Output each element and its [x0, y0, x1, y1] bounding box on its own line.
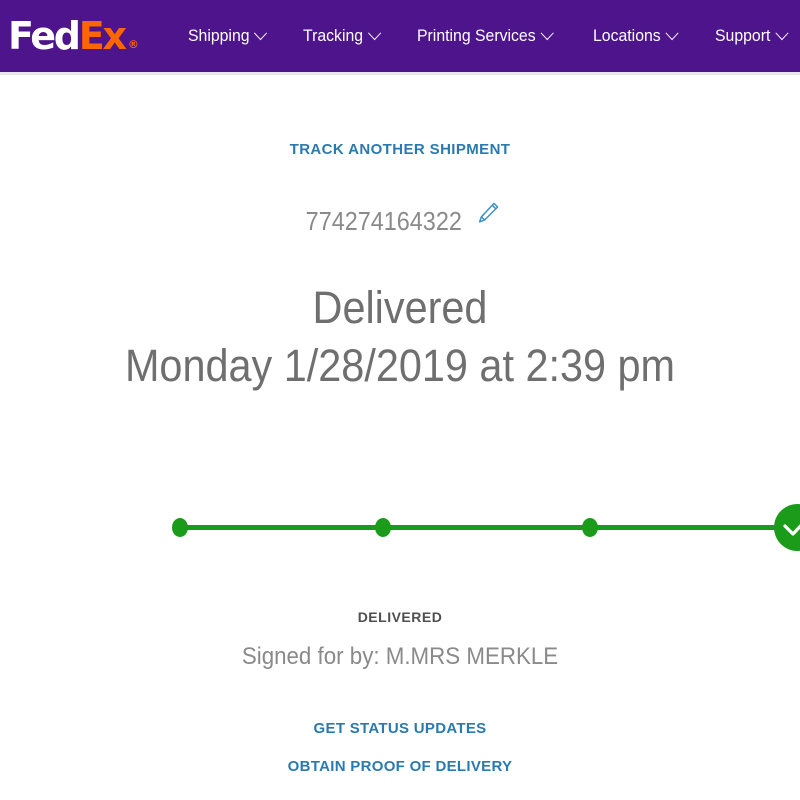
- pencil-icon[interactable]: [475, 200, 501, 226]
- chevron-down-icon: [774, 26, 789, 41]
- signed-for-text: Signed for by: M.MRS MERKLE: [241, 643, 559, 670]
- progress-step-delivered[interactable]: [774, 504, 800, 551]
- site-header: Fed Ex ® Shipping Tracking Printing Servic…: [0, 0, 800, 72]
- nav-item-printing-services[interactable]: Printing Services: [416, 26, 553, 46]
- delivery-details-panel: DELIVERED Signed for by: M.MRS MERKLE GE…: [0, 600, 800, 775]
- delivered-status-badge: DELIVERED: [357, 609, 443, 625]
- shipment-progress-bar: [0, 504, 800, 573]
- tracking-number-value: 774274164322: [305, 206, 463, 236]
- fedex-logo[interactable]: Fed Ex ®: [8, 17, 139, 55]
- nav-item-shipping[interactable]: Shipping: [187, 26, 268, 46]
- tracking-result-panel: TRACK ANOTHER SHIPMENT 774274164322 Deli…: [0, 75, 800, 394]
- logo-text-fed: Fed: [8, 14, 81, 58]
- chevron-down-icon: [253, 26, 268, 41]
- nav-item-locations[interactable]: Locations: [593, 26, 679, 46]
- progress-step-1[interactable]: [172, 518, 188, 537]
- chevron-down-icon: [367, 26, 381, 41]
- main-navigation: Shipping Tracking Printing Services Loca…: [188, 26, 800, 46]
- track-another-shipment-link[interactable]: TRACK ANOTHER SHIPMENT: [290, 141, 511, 158]
- check-icon: [783, 524, 800, 536]
- nav-item-tracking[interactable]: Tracking: [303, 26, 381, 46]
- nav-item-label: Locations: [593, 26, 661, 45]
- chevron-down-icon: [665, 26, 679, 41]
- get-status-updates-link[interactable]: GET STATUS UPDATES: [0, 720, 800, 737]
- shipment-status-title: Delivered: [312, 282, 488, 333]
- progress-step-2[interactable]: [375, 518, 391, 537]
- nav-item-label: Tracking: [303, 26, 364, 45]
- nav-item-label: Support: [714, 26, 771, 45]
- nav-item-label: Printing Services: [416, 26, 536, 45]
- logo-text-ex: Ex: [78, 14, 127, 58]
- nav-item-support[interactable]: Support: [714, 26, 789, 46]
- tracking-number-row: 774274164322: [0, 202, 800, 237]
- progress-track: [180, 525, 788, 530]
- shipment-status-date: Monday 1/28/2019 at 2:39 pm: [124, 339, 676, 391]
- chevron-down-icon: [539, 26, 553, 41]
- progress-step-3[interactable]: [582, 518, 598, 537]
- nav-item-label: Shipping: [187, 26, 250, 45]
- obtain-proof-of-delivery-link[interactable]: OBTAIN PROOF OF DELIVERY: [0, 758, 800, 775]
- registered-trademark-icon: ®: [127, 38, 139, 51]
